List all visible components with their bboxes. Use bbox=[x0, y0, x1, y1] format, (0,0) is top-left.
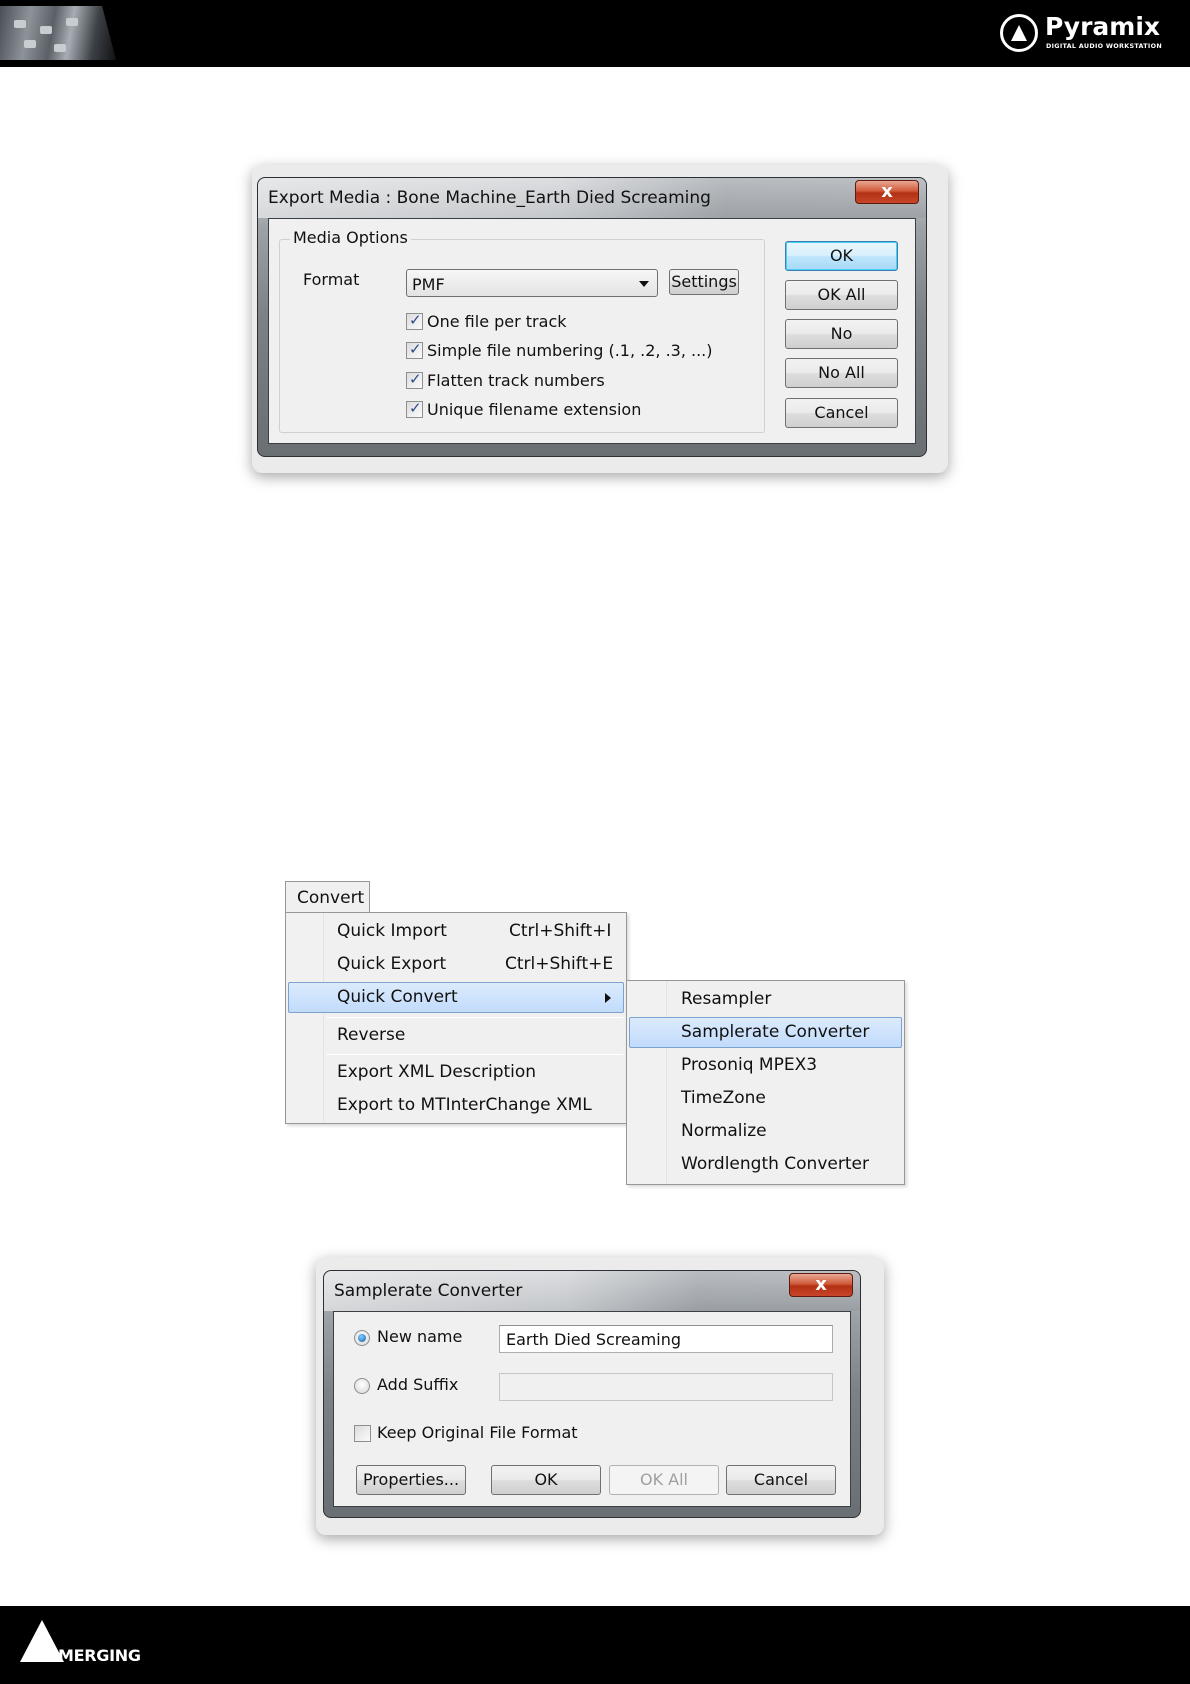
menu-item-shortcut: Ctrl+Shift+I bbox=[509, 921, 612, 941]
export-dialog-titlebar[interactable]: Export Media : Bone Machine_Earth Died S… bbox=[258, 178, 926, 218]
settings-button[interactable]: Settings bbox=[669, 269, 739, 295]
menu-item-label: Export to MTInterChange XML bbox=[337, 1095, 592, 1115]
ok-all-button[interactable]: OK All bbox=[785, 280, 898, 310]
format-dropdown[interactable]: PMF bbox=[406, 269, 658, 297]
no-all-button[interactable]: No All bbox=[785, 358, 898, 388]
new-name-field[interactable] bbox=[500, 1326, 832, 1352]
add-suffix-input[interactable] bbox=[499, 1373, 833, 1401]
menu-item-label: Quick Export bbox=[337, 954, 447, 974]
menu-item-label: Reverse bbox=[337, 1025, 406, 1045]
flatten-track-numbers-label: Flatten track numbers bbox=[427, 371, 605, 390]
menu-separator bbox=[326, 1054, 623, 1055]
samplerate-converter-dialog: Samplerate Converter x New name Add Suff… bbox=[323, 1270, 861, 1518]
new-name-label: New name bbox=[377, 1327, 463, 1346]
export-dialog-client: Media Options Format PMF Settings One fi… bbox=[268, 218, 916, 444]
menu-item-quick-export[interactable]: Quick Export Ctrl+Shift+E bbox=[289, 949, 623, 980]
menu-item-label: TimeZone bbox=[681, 1088, 766, 1108]
menu-item-reverse[interactable]: Reverse bbox=[289, 1020, 623, 1051]
samplerate-dialog-client: New name Add Suffix Keep Original File F… bbox=[333, 1311, 851, 1507]
menu-item-label: Prosoniq MPEX3 bbox=[681, 1055, 818, 1075]
keep-original-format-checkbox[interactable] bbox=[354, 1425, 371, 1442]
media-options-group: Media Options Format PMF Settings One fi… bbox=[279, 228, 765, 433]
flatten-track-numbers-checkbox[interactable] bbox=[406, 370, 423, 389]
menu-item-wordlength-converter[interactable]: Wordlength Converter bbox=[630, 1149, 901, 1180]
menu-item-label: Export XML Description bbox=[337, 1062, 537, 1082]
add-suffix-radio[interactable] bbox=[354, 1378, 370, 1394]
chevron-right-icon bbox=[605, 993, 611, 1003]
menu-item-label: Resampler bbox=[681, 989, 772, 1009]
new-name-radio[interactable] bbox=[354, 1330, 370, 1346]
menu-item-label: Wordlength Converter bbox=[681, 1154, 869, 1174]
menu-item-label: Samplerate Converter bbox=[681, 1022, 870, 1042]
new-name-input[interactable] bbox=[499, 1325, 833, 1353]
menu-item-export-mtinterchange-xml[interactable]: Export to MTInterChange XML bbox=[289, 1090, 623, 1121]
export-media-dialog: Export Media : Bone Machine_Earth Died S… bbox=[257, 177, 927, 457]
menu-convert[interactable]: Convert bbox=[285, 881, 370, 914]
menu-item-resampler[interactable]: Resampler bbox=[630, 984, 901, 1015]
menu-item-normalize[interactable]: Normalize bbox=[630, 1116, 901, 1147]
simple-file-numbering-checkbox[interactable] bbox=[406, 340, 423, 359]
brand-subtitle: DIGITAL AUDIO WORKSTATION bbox=[1046, 42, 1162, 50]
menu-item-prosoniq-mpex3[interactable]: Prosoniq MPEX3 bbox=[630, 1050, 901, 1081]
quick-convert-submenu: Resampler Samplerate Converter Prosoniq … bbox=[626, 980, 905, 1185]
one-file-per-track-checkbox[interactable] bbox=[406, 311, 423, 330]
menu-item-label: Quick Import bbox=[337, 921, 447, 941]
samplerate-dialog-title: Samplerate Converter bbox=[334, 1281, 523, 1301]
ok-all-button[interactable]: OK All bbox=[609, 1465, 719, 1495]
menu-item-shortcut: Ctrl+Shift+E bbox=[505, 954, 614, 974]
close-icon: x bbox=[815, 1274, 827, 1295]
pyramix-logo: Pyramix DIGITAL AUDIO WORKSTATION bbox=[1000, 12, 1175, 56]
export-dialog-title: Export Media : Bone Machine_Earth Died S… bbox=[268, 188, 711, 208]
header-band: Pyramix DIGITAL AUDIO WORKSTATION bbox=[0, 0, 1190, 67]
convert-dropdown-menu: Quick Import Ctrl+Shift+I Quick Export C… bbox=[285, 912, 627, 1124]
cancel-button[interactable]: Cancel bbox=[726, 1465, 836, 1495]
samplerate-dialog-close-button[interactable]: x bbox=[789, 1273, 853, 1297]
mixing-console-image bbox=[0, 6, 116, 60]
add-suffix-label: Add Suffix bbox=[377, 1375, 459, 1394]
menu-item-quick-import[interactable]: Quick Import Ctrl+Shift+I bbox=[289, 916, 623, 947]
no-button[interactable]: No bbox=[785, 319, 898, 349]
unique-filename-extension-label: Unique filename extension bbox=[427, 400, 642, 419]
samplerate-dialog-titlebar[interactable]: Samplerate Converter bbox=[324, 1271, 860, 1311]
ok-button[interactable]: OK bbox=[785, 241, 898, 271]
one-file-per-track-label: One file per track bbox=[427, 312, 567, 331]
merging-logo: MERGING bbox=[20, 1620, 180, 1670]
format-label: Format bbox=[303, 270, 360, 289]
keep-original-format-label: Keep Original File Format bbox=[377, 1423, 578, 1442]
chevron-down-icon bbox=[639, 281, 649, 287]
menu-item-timezone[interactable]: TimeZone bbox=[630, 1083, 901, 1114]
pyramix-logo-icon bbox=[1000, 14, 1038, 52]
menu-item-label: Normalize bbox=[681, 1121, 767, 1141]
company-name: MERGING bbox=[58, 1646, 141, 1665]
menu-convert-label: Convert bbox=[297, 888, 365, 908]
properties-button[interactable]: Properties... bbox=[356, 1465, 466, 1495]
menu-item-export-xml-description[interactable]: Export XML Description bbox=[289, 1057, 623, 1088]
unique-filename-extension-checkbox[interactable] bbox=[406, 399, 423, 418]
menu-item-samplerate-converter[interactable]: Samplerate Converter bbox=[629, 1017, 902, 1048]
cancel-button[interactable]: Cancel bbox=[785, 398, 898, 428]
media-options-label: Media Options bbox=[290, 228, 411, 247]
menu-item-label: Quick Convert bbox=[337, 987, 458, 1007]
format-value: PMF bbox=[412, 275, 445, 294]
export-dialog-close-button[interactable]: x bbox=[855, 180, 919, 204]
close-icon: x bbox=[881, 181, 893, 202]
simple-file-numbering-label: Simple file numbering (.1, .2, .3, ...) bbox=[427, 341, 713, 360]
menu-item-quick-convert[interactable]: Quick Convert bbox=[288, 982, 624, 1013]
menu-separator bbox=[326, 1017, 623, 1018]
ok-button[interactable]: OK bbox=[491, 1465, 601, 1495]
add-suffix-field[interactable] bbox=[500, 1374, 832, 1400]
brand-name: Pyramix bbox=[1045, 12, 1161, 41]
